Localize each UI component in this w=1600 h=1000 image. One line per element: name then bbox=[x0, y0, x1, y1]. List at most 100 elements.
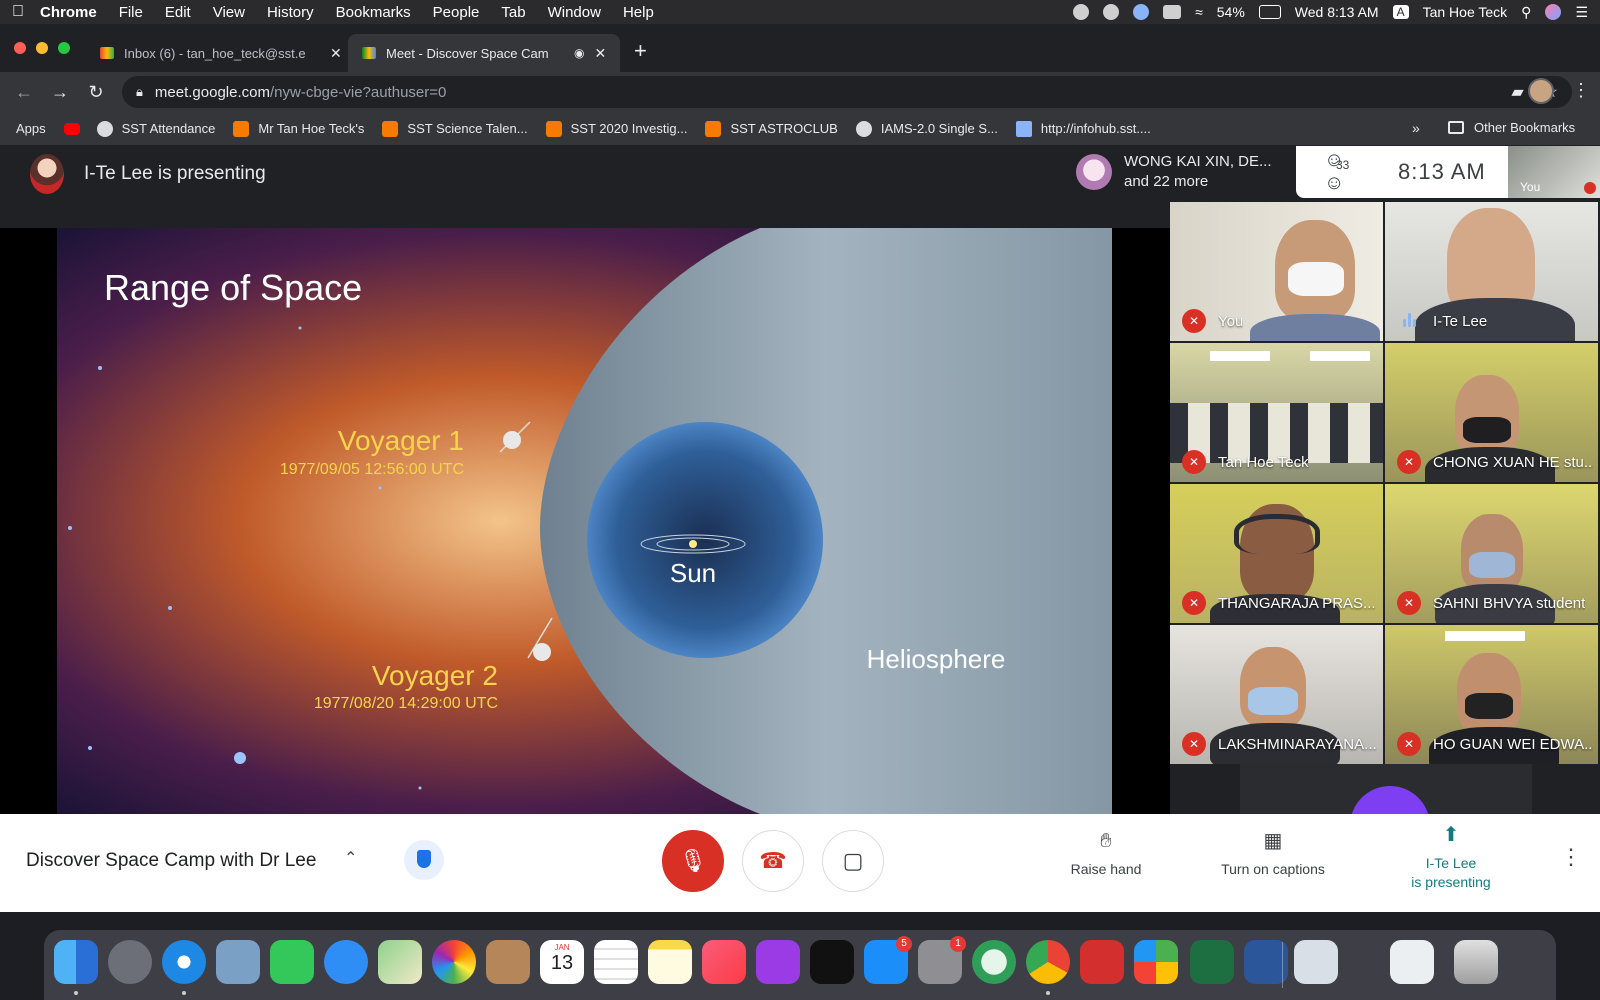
downloads-stack-icon[interactable] bbox=[1390, 940, 1434, 984]
finder-icon[interactable] bbox=[54, 940, 98, 984]
profile-avatar[interactable] bbox=[1528, 78, 1554, 104]
notes-icon[interactable] bbox=[648, 940, 692, 984]
bookmarks-overflow-icon[interactable]: » bbox=[1412, 120, 1420, 136]
menubar-datetime[interactable]: Wed 8:13 AM bbox=[1295, 4, 1379, 20]
input-source-indicator[interactable]: A bbox=[1392, 5, 1409, 19]
people-icon[interactable]: ☺☺ bbox=[1324, 149, 1352, 195]
menu-help[interactable]: Help bbox=[623, 4, 654, 21]
recording-indicator-icon: ◉ bbox=[574, 46, 585, 60]
participant-tile[interactable]: I-Te Lee bbox=[1385, 202, 1598, 341]
camera-toggle-button[interactable]: ▢ bbox=[822, 830, 884, 892]
other-bookmarks[interactable]: Other Bookmarks bbox=[1448, 120, 1575, 135]
podcasts-icon[interactable] bbox=[756, 940, 800, 984]
messages-icon[interactable] bbox=[324, 940, 368, 984]
safari-icon[interactable] bbox=[162, 940, 206, 984]
lock-icon[interactable]: 🔒︎ bbox=[136, 84, 143, 100]
menu-tab[interactable]: Tab bbox=[501, 4, 525, 21]
chrome-icon[interactable] bbox=[1026, 940, 1070, 984]
menu-bookmarks[interactable]: Bookmarks bbox=[336, 4, 411, 21]
forward-button[interactable]: → bbox=[42, 82, 78, 103]
menu-history[interactable]: History bbox=[267, 4, 314, 21]
bookmark-youtube[interactable] bbox=[63, 122, 89, 135]
menu-app-chrome[interactable]: Chrome bbox=[40, 4, 97, 21]
menu-file[interactable]: File bbox=[119, 4, 143, 21]
office-utility-icon[interactable] bbox=[1134, 940, 1178, 984]
system-preferences-icon[interactable]: 1 bbox=[918, 936, 966, 984]
participant-tile[interactable]: ✕ CHONG XUAN HE stu... bbox=[1385, 343, 1598, 482]
tab-meet[interactable]: Meet - Discover Space Cam ◉ ✕ bbox=[348, 34, 621, 72]
shield-status-icon[interactable] bbox=[1133, 4, 1150, 20]
trash-icon[interactable] bbox=[1454, 940, 1498, 984]
presenting-button[interactable]: ⬆︎ I-Te Lee is presenting bbox=[1396, 825, 1506, 892]
battery-percent[interactable]: 54% bbox=[1217, 4, 1245, 20]
bookmark-iams[interactable]: IAMS-2.0 Single S... bbox=[855, 120, 998, 137]
participant-tile[interactable]: ✕ THANGARAJA PRAS... bbox=[1170, 484, 1383, 623]
battery-icon[interactable] bbox=[1258, 5, 1281, 19]
raise-hand-button[interactable]: ✋︎ Raise hand bbox=[1066, 831, 1146, 879]
network-app-icon[interactable] bbox=[972, 940, 1016, 984]
keynote-icon[interactable] bbox=[1294, 940, 1338, 984]
window-zoom-button[interactable] bbox=[58, 42, 70, 54]
window-close-button[interactable] bbox=[14, 42, 26, 54]
status-app-icon[interactable] bbox=[1073, 4, 1090, 20]
tab-close-icon[interactable]: ✕ bbox=[594, 45, 606, 62]
participants-chip[interactable]: WONG KAI XIN, DE... and 22 more bbox=[1066, 146, 1296, 198]
contacts-icon[interactable] bbox=[486, 940, 530, 984]
meeting-title[interactable]: Discover Space Camp with Dr Lee bbox=[26, 850, 316, 872]
facetime-icon[interactable] bbox=[270, 940, 314, 984]
bookmark-apps[interactable]: Apps bbox=[16, 121, 1186, 184]
spotlight-search-icon[interactable]: ⚲ bbox=[1521, 4, 1531, 21]
leave-call-button[interactable]: ☎︎ bbox=[742, 830, 804, 892]
bookmark-mr-tan[interactable]: Mr Tan Hoe Teck's bbox=[233, 120, 364, 137]
airplay-icon[interactable] bbox=[1163, 5, 1182, 19]
back-button[interactable]: ← bbox=[6, 82, 42, 103]
menu-edit[interactable]: Edit bbox=[165, 4, 191, 21]
participant-tile[interactable]: ✕ You bbox=[1170, 202, 1383, 341]
apple-icon[interactable]:  bbox=[12, 3, 40, 21]
presentation-slide[interactable]: Range of Space Voyager 1 1977/09/05 12:5… bbox=[0, 228, 1170, 814]
excel-icon[interactable] bbox=[1190, 940, 1234, 984]
bookmark-sst-2020[interactable]: SST 2020 Investig... bbox=[545, 120, 687, 137]
camera-in-use-icon[interactable]: ▰ bbox=[1511, 82, 1523, 102]
bookmark-infohub[interactable]: http://infohub.sst.... bbox=[1015, 120, 1151, 137]
trend-micro-icon[interactable] bbox=[1080, 940, 1124, 984]
wifi-icon[interactable]: ≈ bbox=[1195, 4, 1203, 20]
calendar-icon[interactable]: JAN 13 bbox=[540, 940, 584, 984]
participant-tile[interactable]: ✕ SAHNI BHVYA student bbox=[1385, 484, 1598, 623]
music-icon[interactable] bbox=[702, 940, 746, 984]
photos-icon[interactable] bbox=[432, 940, 476, 984]
window-minimize-button[interactable] bbox=[36, 42, 48, 54]
globe-status-icon[interactable] bbox=[1103, 4, 1120, 20]
chevron-up-icon[interactable]: ⌃ bbox=[344, 848, 357, 868]
reminders-icon[interactable] bbox=[594, 940, 638, 984]
host-controls-shield-icon[interactable] bbox=[404, 840, 444, 880]
menu-window[interactable]: Window bbox=[548, 4, 601, 21]
menu-view[interactable]: View bbox=[213, 4, 245, 21]
bookmark-sst-science[interactable]: SST Science Talen... bbox=[382, 120, 528, 137]
bookmark-sst-attendance[interactable]: SST Attendance bbox=[96, 120, 215, 137]
notification-center-icon[interactable]: ☰ bbox=[1575, 4, 1588, 21]
reload-button[interactable]: ↻ bbox=[78, 82, 114, 103]
captions-button[interactable]: ▦ Turn on captions bbox=[1208, 830, 1338, 879]
launchpad-icon[interactable] bbox=[108, 940, 152, 984]
tab-gmail-inbox[interactable]: Inbox (6) - tan_hoe_teck@sst.e ✕ bbox=[86, 34, 356, 72]
self-view-thumbnail[interactable]: You bbox=[1508, 146, 1600, 198]
tab-close-icon[interactable]: ✕ bbox=[330, 45, 342, 62]
closed-captions-icon: ▦ bbox=[1263, 830, 1283, 852]
apple-tv-icon[interactable] bbox=[810, 940, 854, 984]
siri-icon[interactable] bbox=[1545, 4, 1562, 20]
participant-tile[interactable]: ✕ Tan Hoe Teck bbox=[1170, 343, 1383, 482]
mail-stamp-icon[interactable] bbox=[216, 940, 260, 984]
participant-tile[interactable]: ✕ LAKSHMINARAYANA... bbox=[1170, 625, 1383, 764]
microphone-toggle-button[interactable]: 🎙︎ bbox=[662, 830, 724, 892]
app-store-icon[interactable]: 5 bbox=[864, 936, 912, 984]
more-options-icon[interactable]: ⋮ bbox=[1560, 844, 1582, 870]
bookmark-sst-astroclub[interactable]: SST ASTROCLUB bbox=[705, 120, 838, 137]
participant-tile[interactable]: ✕ HO GUAN WEI EDWA... bbox=[1385, 625, 1598, 764]
chrome-menu-icon[interactable]: ⋮ bbox=[1572, 80, 1590, 101]
menubar-user[interactable]: Tan Hoe Teck bbox=[1423, 4, 1508, 20]
menu-people[interactable]: People bbox=[433, 4, 480, 21]
address-bar[interactable]: 🔒︎ meet.google.com /nyw-cbge-vie?authuse… bbox=[122, 76, 1572, 108]
maps-icon[interactable] bbox=[378, 940, 422, 984]
new-tab-button[interactable]: + bbox=[634, 38, 647, 64]
